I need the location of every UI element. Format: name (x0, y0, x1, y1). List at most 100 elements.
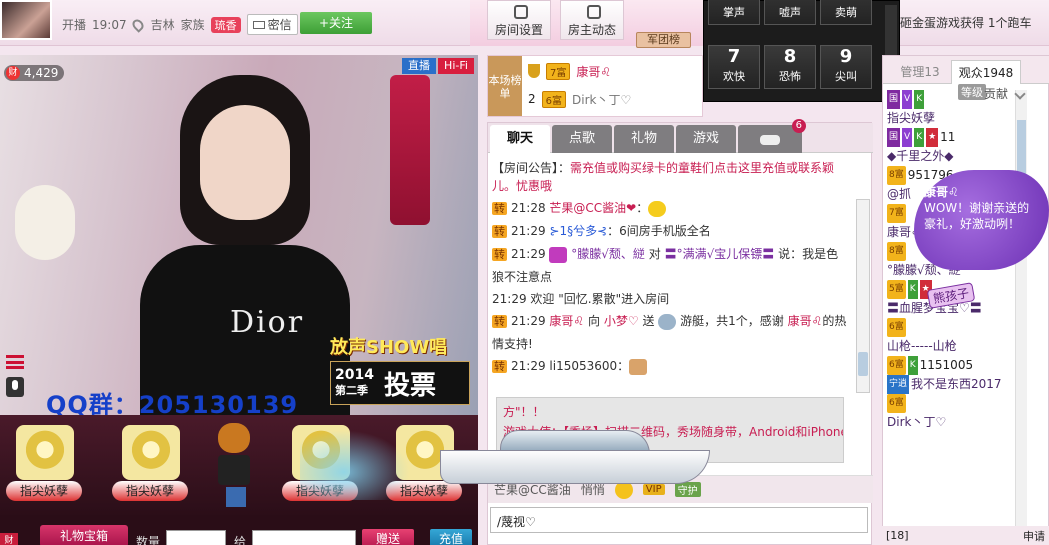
audience-user-name[interactable]: 我不是东西2017 (911, 375, 1002, 394)
quantity-input[interactable] (166, 530, 226, 545)
tab-cars[interactable]: 6 (738, 119, 806, 153)
key-number: 8 (783, 46, 797, 67)
user-badge: K (914, 128, 925, 147)
room-settings-button[interactable]: 房间设置 (487, 0, 551, 40)
audience-user-name[interactable]: ◆千里之外◆ (887, 147, 953, 166)
ranking-user[interactable]: Dirk丶丁♡ (572, 91, 631, 108)
chat-message: 转 21:29 li15053600： (492, 355, 848, 378)
key-number: 9 (839, 46, 853, 67)
yacht-hull (440, 450, 710, 484)
ranking-position: 2 (528, 92, 536, 106)
audience-user-name[interactable]: @抓 (887, 185, 911, 204)
message-target-user[interactable]: 〓°满满√宝儿保镖〓 (665, 247, 775, 261)
audience-user-name[interactable]: 指尖妖孽 (887, 109, 935, 128)
microphone-icon[interactable] (6, 377, 24, 397)
chat-scroll-thumb[interactable] (858, 352, 868, 376)
audience-row[interactable]: Dirk丶丁♡ (887, 413, 1015, 432)
tab-audience[interactable]: 观众1948 (951, 60, 1021, 84)
tab-gifts[interactable]: 礼物 (614, 125, 674, 153)
ranking-row[interactable]: 2 6富 Dirk丶丁♡ (528, 88, 631, 110)
forward-tag[interactable]: 转 (492, 225, 507, 238)
audience-row[interactable]: 6富 K 1151005 (887, 356, 1015, 375)
user-badge: 6富 (887, 356, 906, 375)
key-label: 恐怖 (779, 70, 801, 83)
audience-row[interactable]: 国 V K ★ 11 (887, 128, 1015, 147)
recharge-button[interactable]: 充值 (430, 529, 472, 545)
vote-panel[interactable]: 2014 第二季 投票 (330, 361, 470, 405)
audience-user-name[interactable]: 11 (940, 128, 955, 147)
host-avatar[interactable] (0, 0, 52, 40)
audience-footer: [18] 申请 (882, 526, 1049, 545)
key-6[interactable]: 6卖萌 (820, 0, 872, 25)
host-news-button[interactable]: 房主动态 (560, 0, 624, 40)
gift-box-button[interactable]: 礼物宝箱 (40, 525, 128, 545)
cartoon-boy (218, 423, 254, 508)
room-settings-label: 房间设置 (494, 23, 543, 37)
send-gift-button[interactable]: 赠送 (362, 529, 414, 545)
wealth-small-icon: 财 (0, 533, 18, 545)
star-badge-icon (549, 246, 568, 263)
audience-row[interactable]: 山枪-----山枪 (887, 337, 1015, 356)
message-time: 21:29 (511, 247, 546, 261)
audience-user-name[interactable]: Dirk丶丁♡ (887, 413, 946, 432)
sort-by-contribution[interactable]: 贡献 (984, 85, 1008, 102)
user-badge: K (914, 90, 925, 109)
key-5[interactable]: 5嘘声 (764, 0, 816, 25)
family-badge[interactable]: 琉香 (210, 16, 241, 33)
user-badge: 8富 (887, 242, 906, 261)
private-message-button[interactable]: 密信 (246, 14, 298, 35)
message-target-user[interactable]: 小梦♡ (604, 314, 639, 328)
key-9[interactable]: 9 尖叫 (820, 45, 872, 89)
tab-songs[interactable]: 点歌 (552, 125, 612, 153)
user-badge: 国 (887, 90, 901, 109)
chat-scrollbar[interactable] (856, 199, 870, 393)
army-rank-tab[interactable]: 军团榜 (636, 32, 691, 48)
key-8[interactable]: 8 恐怖 (764, 45, 816, 89)
message-user[interactable]: li15053600 (549, 359, 617, 373)
key-4[interactable]: 4掌声 (708, 0, 760, 25)
tab-games[interactable]: 游戏 (676, 125, 736, 153)
user-badge: 6富 (887, 318, 906, 337)
message-user[interactable]: °朦朦√颓、縌 (571, 247, 645, 261)
apply-button[interactable]: 申请 (1023, 528, 1045, 544)
audience-row[interactable]: ◆千里之外◆ (887, 147, 1015, 166)
mail-icon (252, 20, 265, 29)
message-user[interactable]: 康哥♌ (788, 314, 823, 328)
tab-chat[interactable]: 聊天 (490, 125, 550, 153)
forward-tag[interactable]: 转 (492, 248, 507, 261)
gift-item[interactable]: 指尖妖孽 (112, 425, 188, 507)
gift-item[interactable]: 指尖妖孽 (6, 425, 82, 507)
forward-tag[interactable]: 转 (492, 315, 507, 328)
sort-by-grade[interactable]: 等级 (958, 84, 986, 100)
car-count-badge: 6 (791, 119, 806, 133)
audience-row[interactable]: 指尖妖孽 (887, 109, 1015, 128)
forward-tag[interactable]: 转 (492, 360, 507, 373)
message-user[interactable]: 康哥♌ (549, 314, 584, 328)
message-user[interactable]: ⊱1§兮多⊰ (549, 224, 607, 238)
audience-scrollbar[interactable] (1015, 90, 1027, 540)
message-time: 21:29 (511, 224, 546, 238)
audience-row[interactable]: 6富 (887, 394, 1015, 413)
menu-icon[interactable] (6, 355, 24, 369)
chat-message: 转 21:29 ⊱1§兮多⊰：6间房手机版全名 (492, 220, 848, 243)
audience-row[interactable]: 6富 (887, 318, 1015, 337)
tab-managers[interactable]: 管理13 (889, 60, 951, 84)
message-user[interactable]: 芒果@CC酱油❤ (549, 201, 636, 215)
recipient-input[interactable] (252, 530, 356, 545)
live-video[interactable]: Dior 财 4,429 直播 Hi-Fi QQ群：205130139 放声SH… (0, 55, 478, 415)
follow-button[interactable]: +关注 (300, 12, 372, 34)
qq-group-caption: QQ群：205130139 (46, 391, 299, 415)
key-7[interactable]: 7 欢快 (708, 45, 760, 89)
user-badge: 国 (887, 128, 901, 147)
show-vote-banner[interactable]: 放声SHOW唱 2014 第二季 投票 (330, 333, 470, 407)
settings-icon (514, 5, 528, 19)
audience-user-name[interactable]: 1151005 (920, 356, 973, 375)
chat-input[interactable]: /蔑视♡ (490, 507, 868, 533)
audience-user-name[interactable]: 山枪-----山枪 (887, 337, 957, 356)
ranking-row[interactable]: 7富 康哥♌ (528, 60, 611, 82)
audience-row[interactable]: 宁逍 我不是东西2017 (887, 375, 1015, 394)
chat-messages: 【房间公告】：需充值或购买绿卡的童鞋们点击这里充值或联系颖儿。忧惠哦 转 21:2… (492, 159, 848, 395)
ranking-user[interactable]: 康哥♌ (576, 63, 611, 80)
shirt-logo-text: Dior (230, 305, 305, 340)
forward-tag[interactable]: 转 (492, 202, 507, 215)
